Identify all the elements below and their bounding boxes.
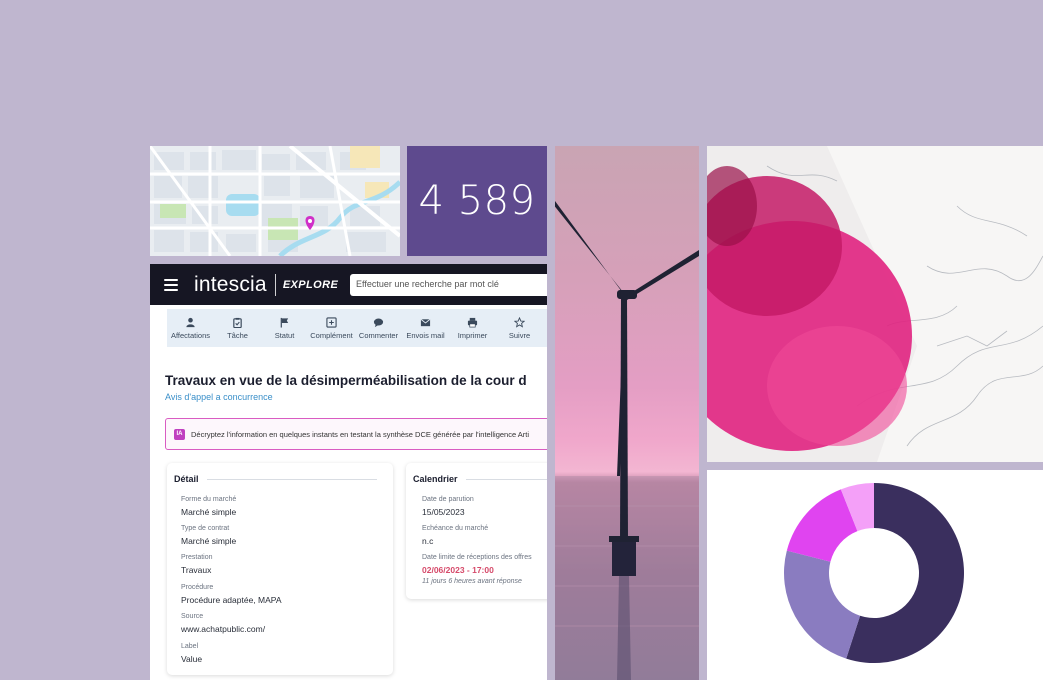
brand-divider	[274, 273, 276, 296]
action-toolbar: Affectations Tâche Statut Complément Com…	[167, 309, 547, 347]
field-prestation: Prestation Travaux	[181, 554, 213, 575]
calendar-heading: Calendrier	[413, 474, 547, 484]
app-header: intescia EXPLORE Effectuer une recherche…	[150, 264, 547, 305]
field-label: Forme du marché	[181, 496, 237, 503]
brand-logo: intescia	[194, 272, 267, 296]
field-value: Procédure adaptée, MAPA	[181, 595, 282, 605]
field-procedure: Procédure Procédure adaptée, MAPA	[181, 584, 282, 605]
field-label: Echéance du marché	[422, 525, 489, 532]
field-forme: Forme du marché Marché simple	[181, 496, 236, 517]
menu-icon[interactable]	[164, 278, 178, 291]
field-echeance: Echéance du marché n.c	[422, 525, 488, 546]
toolbar-label: Suivre	[508, 330, 531, 340]
calendar-card: Calendrier Date de parution 15/05/2023 E…	[406, 463, 547, 599]
person-icon	[186, 317, 195, 327]
toolbar-statut-button[interactable]: Statut	[261, 317, 308, 340]
toolbar-affectations-button[interactable]: Affectations	[167, 317, 214, 340]
flag-icon	[280, 317, 289, 328]
toolbar-imprimer-button[interactable]: Imprimer	[449, 317, 496, 340]
donut-chart	[784, 483, 964, 663]
toolbar-label: Statut	[274, 330, 295, 340]
field-value: n.c	[422, 536, 434, 546]
donut-slice-1	[784, 550, 861, 659]
toolbar-label: Tâche	[227, 330, 248, 340]
toolbar-label: Imprimer	[457, 330, 488, 340]
toolbar-label: Complément	[310, 330, 353, 340]
detail-card: Détail Forme du marché Marché simple Typ…	[167, 463, 393, 675]
field-label: Date limite de réceptions des offres	[422, 554, 532, 561]
field-value: Value	[181, 654, 203, 664]
plus-square-icon	[326, 316, 337, 328]
field-label: Type de contrat	[181, 525, 230, 532]
wind-turbine-photo	[555, 146, 699, 680]
search-input[interactable]: Effectuer une recherche par mot clé	[350, 274, 547, 296]
field-label: Source	[181, 613, 204, 620]
map-thumbnail	[150, 146, 400, 256]
field-value: Travaux	[181, 565, 212, 575]
toolbar-commenter-button[interactable]: Commenter	[355, 317, 402, 340]
donut-chart-tile	[707, 470, 1043, 680]
field-value: 15/05/2023	[422, 507, 465, 517]
wind-turbine-illustration	[555, 201, 699, 680]
mail-icon	[420, 318, 431, 326]
field-label-value: Label Value	[181, 643, 202, 664]
field-type-contrat: Type de contrat Marché simple	[181, 525, 236, 546]
star-icon	[514, 316, 525, 328]
counter-tile: 4 589	[407, 146, 547, 256]
field-value[interactable]: www.achatpublic.com/	[181, 624, 265, 634]
heading-rule	[206, 478, 377, 480]
brand-product: EXPLORE	[282, 278, 339, 291]
app-screenshot-panel: intescia EXPLORE Effectuer une recherche…	[150, 264, 547, 680]
field-value: Marché simple	[181, 507, 237, 517]
field-label: Prestation	[181, 554, 213, 561]
toolbar-envois-mail-button[interactable]: Envois mail	[402, 317, 449, 340]
counter-value: 4 589	[418, 178, 536, 224]
tender-title: Travaux en vue de la désimperméabilisati…	[165, 373, 527, 388]
deadline-countdown: 11 jours 6 heures avant réponse	[422, 578, 522, 585]
ai-sparkle-icon: IA	[174, 428, 185, 440]
city-map	[150, 146, 400, 256]
ai-summary-banner[interactable]: IA Décryptez l'information en quelques i…	[165, 418, 547, 450]
field-value: Marché simple	[181, 536, 237, 546]
tender-type-link[interactable]: Avis d'appel a concurrence	[165, 392, 273, 402]
heading-rule	[465, 478, 547, 480]
map-with-pink-object-photo	[707, 146, 1043, 462]
comment-icon	[373, 318, 384, 327]
field-label: Date de parution	[422, 496, 474, 503]
clipboard-icon	[233, 317, 242, 328]
field-label: Procédure	[181, 584, 214, 591]
pink-object-illustration	[707, 146, 1043, 462]
toolbar-label: Commenter	[358, 330, 399, 340]
toolbar-tache-button[interactable]: Tâche	[214, 317, 261, 340]
toolbar-complement-button[interactable]: Complément	[308, 316, 355, 340]
calendar-heading-text: Calendrier	[413, 474, 458, 484]
detail-heading: Détail	[174, 474, 377, 484]
toolbar-suivre-button[interactable]: Suivre	[496, 316, 543, 340]
field-date-limite: Date limite de réceptions des offres 02/…	[422, 554, 532, 585]
toolbar-label: Affectations	[170, 330, 211, 340]
printer-icon	[467, 317, 478, 327]
field-label: Label	[181, 643, 199, 650]
deadline-value: 02/06/2023 - 17:00	[422, 565, 494, 575]
detail-heading-text: Détail	[174, 474, 199, 484]
toolbar-label: Envois mail	[406, 330, 445, 340]
field-date-parution: Date de parution 15/05/2023	[422, 496, 474, 517]
field-source: Source www.achatpublic.com/	[181, 613, 265, 634]
ai-banner-text: Décryptez l'information en quelques inst…	[191, 429, 530, 439]
